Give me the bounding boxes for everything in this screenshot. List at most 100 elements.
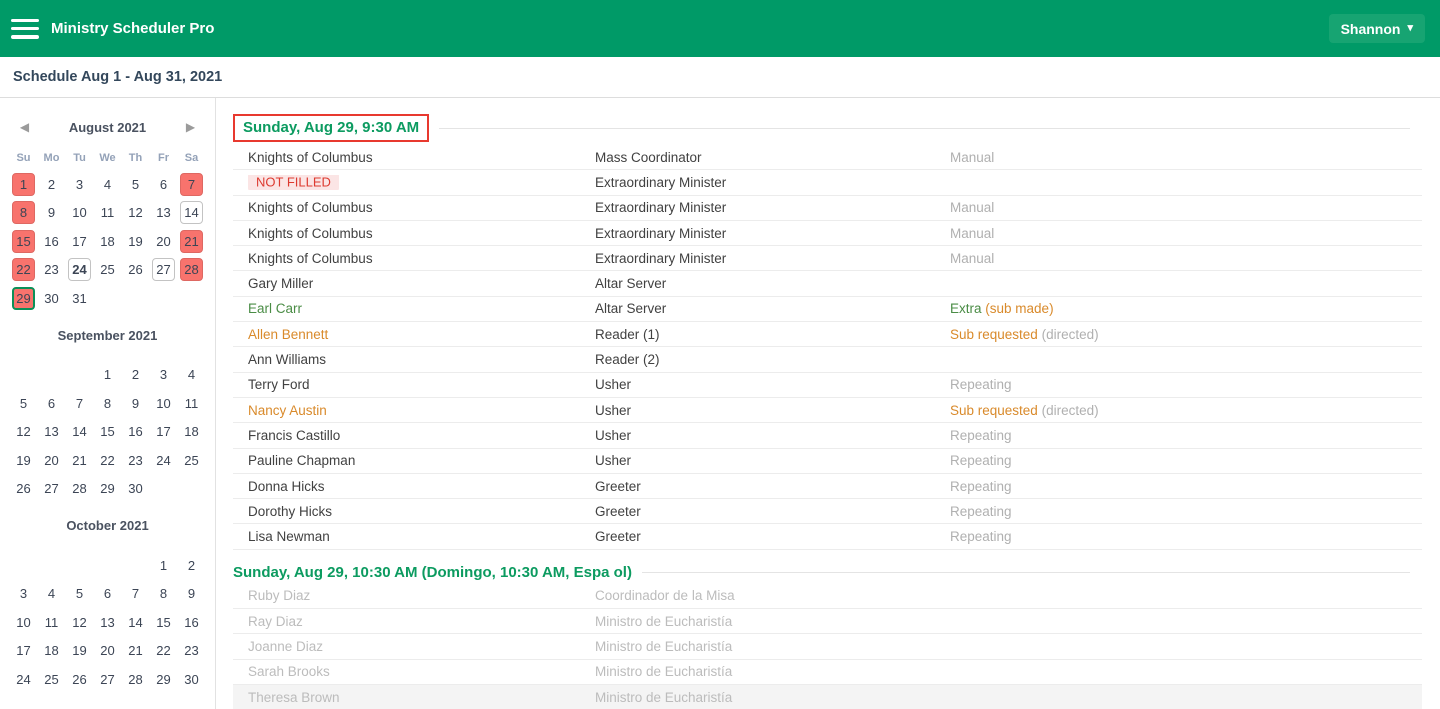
calendar-day[interactable]: 21 [68,449,91,472]
calendar-day[interactable]: 5 [124,173,147,196]
calendar-day[interactable]: 17 [152,420,175,443]
calendar-day[interactable]: 20 [40,449,63,472]
calendar-day[interactable]: 11 [180,392,203,415]
calendar-day[interactable]: 6 [96,582,119,605]
calendar-day[interactable]: 22 [96,449,119,472]
calendar-day[interactable]: 2 [124,363,147,386]
calendar-day[interactable]: 16 [40,230,63,253]
calendar-day[interactable]: 12 [124,201,147,224]
calendar-day[interactable]: 20 [96,639,119,662]
calendar-day[interactable]: 18 [40,639,63,662]
calendar-day[interactable]: 22 [152,639,175,662]
calendar-day[interactable]: 5 [12,392,35,415]
calendar-day[interactable]: 25 [40,668,63,691]
calendar-day[interactable]: 11 [96,201,119,224]
schedule-row[interactable]: Ruby DiazCoordinador de la Misa [233,584,1422,609]
calendar-day[interactable]: 14 [180,201,203,224]
calendar-day[interactable]: 12 [12,420,35,443]
calendar-day[interactable]: 9 [40,201,63,224]
calendar-day[interactable]: 28 [180,258,203,281]
next-month-icon[interactable]: ▶ [176,120,206,134]
schedule-row[interactable]: Donna HicksGreeterRepeating [233,474,1422,499]
calendar-day[interactable]: 21 [124,639,147,662]
calendar-day[interactable]: 12 [68,611,91,634]
calendar-day[interactable]: 4 [40,582,63,605]
calendar-day[interactable]: 30 [180,668,203,691]
calendar-day[interactable]: 4 [180,363,203,386]
schedule-row[interactable]: NOT FILLEDExtraordinary Minister [233,170,1422,195]
calendar-day[interactable]: 4 [96,173,119,196]
calendar-day[interactable]: 19 [12,449,35,472]
calendar-day[interactable]: 15 [152,611,175,634]
calendar-day[interactable]: 25 [180,449,203,472]
schedule-row[interactable]: Nancy AustinUsherSub requested (directed… [233,398,1422,423]
calendar-day[interactable]: 24 [68,258,91,281]
schedule-row[interactable]: Knights of ColumbusExtraordinary Ministe… [233,221,1422,246]
calendar-day[interactable]: 27 [152,258,175,281]
calendar-day[interactable]: 24 [152,449,175,472]
calendar-day[interactable]: 5 [68,582,91,605]
schedule-row[interactable]: Gary MillerAltar Server [233,271,1422,296]
calendar-day[interactable]: 2 [180,554,203,577]
schedule-row[interactable]: Sarah BrooksMinistro de Eucharistía [233,660,1422,685]
calendar-day[interactable]: 15 [96,420,119,443]
calendar-day[interactable]: 13 [96,611,119,634]
schedule-row[interactable]: Dorothy HicksGreeterRepeating [233,499,1422,524]
calendar-day[interactable]: 1 [12,173,35,196]
schedule-row[interactable]: Ray DiazMinistro de Eucharistía [233,609,1422,634]
schedule-row[interactable]: Pauline ChapmanUsherRepeating [233,449,1422,474]
calendar-day[interactable]: 22 [12,258,35,281]
calendar-day[interactable]: 8 [96,392,119,415]
calendar-day[interactable]: 7 [124,582,147,605]
calendar-day[interactable]: 7 [180,173,203,196]
calendar-day[interactable]: 17 [12,639,35,662]
calendar-day[interactable]: 11 [40,611,63,634]
calendar-day[interactable]: 8 [12,201,35,224]
calendar-day[interactable]: 3 [152,363,175,386]
schedule-row[interactable]: Knights of ColumbusExtraordinary Ministe… [233,196,1422,221]
calendar-day[interactable]: 23 [124,449,147,472]
calendar-day[interactable]: 14 [124,611,147,634]
calendar-day[interactable]: 19 [68,639,91,662]
calendar-day[interactable]: 29 [96,477,119,500]
schedule-row[interactable]: Knights of ColumbusMass CoordinatorManua… [233,145,1422,170]
calendar-day[interactable]: 6 [40,392,63,415]
schedule-row[interactable]: Terry FordUsherRepeating [233,373,1422,398]
calendar-day[interactable]: 9 [180,582,203,605]
calendar-day[interactable]: 15 [12,230,35,253]
calendar-day[interactable]: 8 [152,582,175,605]
calendar-day[interactable]: 3 [68,173,91,196]
calendar-day[interactable]: 17 [68,230,91,253]
schedule-row[interactable]: Ann WilliamsReader (2) [233,347,1422,372]
calendar-day[interactable]: 2 [40,173,63,196]
calendar-day[interactable]: 20 [152,230,175,253]
hamburger-menu-icon[interactable] [11,19,39,39]
calendar-day[interactable]: 16 [180,611,203,634]
calendar-day[interactable]: 27 [96,668,119,691]
calendar-day[interactable]: 24 [12,668,35,691]
calendar-day[interactable]: 9 [124,392,147,415]
schedule-row[interactable]: Earl CarrAltar ServerExtra (sub made) [233,297,1422,322]
calendar-day[interactable]: 19 [124,230,147,253]
calendar-day[interactable]: 7 [68,392,91,415]
user-menu-button[interactable]: Shannon ▾ [1329,14,1425,43]
calendar-day[interactable]: 1 [96,363,119,386]
calendar-day[interactable]: 26 [12,477,35,500]
calendar-day[interactable]: 14 [68,420,91,443]
calendar-day[interactable]: 31 [68,287,91,310]
prev-month-icon[interactable]: ◀ [10,120,40,134]
calendar-day[interactable]: 10 [152,392,175,415]
calendar-day[interactable]: 29 [152,668,175,691]
calendar-day[interactable]: 1 [152,554,175,577]
schedule-row[interactable]: Theresa BrownMinistro de Eucharistía [233,685,1422,709]
calendar-day[interactable]: 29 [12,287,35,310]
calendar-day[interactable]: 18 [180,420,203,443]
calendar-day[interactable]: 10 [68,201,91,224]
calendar-day[interactable]: 30 [124,477,147,500]
calendar-day[interactable]: 10 [12,611,35,634]
calendar-day[interactable]: 21 [180,230,203,253]
calendar-day[interactable]: 13 [152,201,175,224]
calendar-day[interactable]: 16 [124,420,147,443]
calendar-day[interactable]: 23 [40,258,63,281]
calendar-day[interactable]: 28 [68,477,91,500]
